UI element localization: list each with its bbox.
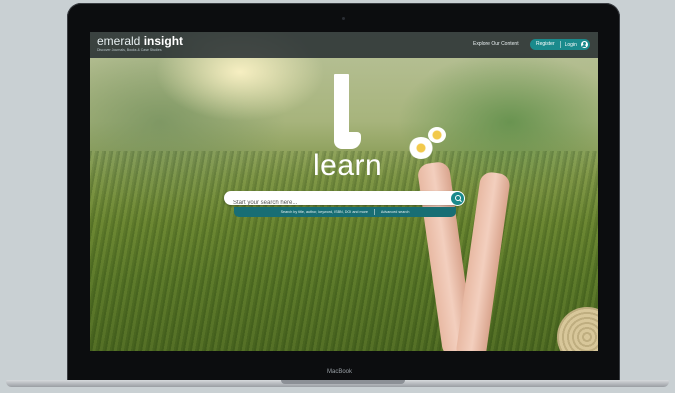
emerald-insight-logo[interactable]: emerald insight Discover Journals, Books… <box>97 35 183 53</box>
daisy-flower <box>428 127 446 143</box>
brand-tagline: Discover Journals, Books & Case Studies <box>97 48 162 52</box>
brand-name-light: emerald <box>97 34 141 48</box>
explore-content-link[interactable]: Explore Our Content <box>473 41 519 47</box>
site-header: emerald insight Discover Journals, Books… <box>90 32 598 58</box>
hero-l-logo <box>334 74 361 149</box>
hero-word: learn <box>313 149 383 182</box>
brand-name-bold: insight <box>143 34 184 48</box>
search-helper-text: Search by title, author, keyword, ISBN, … <box>280 210 368 214</box>
register-button[interactable]: Register <box>530 41 561 48</box>
laptop-notch <box>281 380 405 384</box>
laptop-base <box>0 377 675 393</box>
camera-dot <box>342 17 345 20</box>
user-icon[interactable] <box>580 41 588 48</box>
account-buttons: Register Login <box>530 39 590 50</box>
advanced-search-link[interactable]: Advanced search <box>381 210 410 214</box>
login-button[interactable]: Login <box>561 42 580 48</box>
search-box <box>224 191 464 210</box>
device-label: MacBook <box>327 369 353 375</box>
search-icon[interactable] <box>451 192 464 205</box>
browser-viewport: emerald insight Discover Journals, Books… <box>90 32 598 351</box>
search-helper-bar: Search by title, author, keyword, ISBN, … <box>234 207 456 217</box>
helper-divider <box>373 209 375 215</box>
